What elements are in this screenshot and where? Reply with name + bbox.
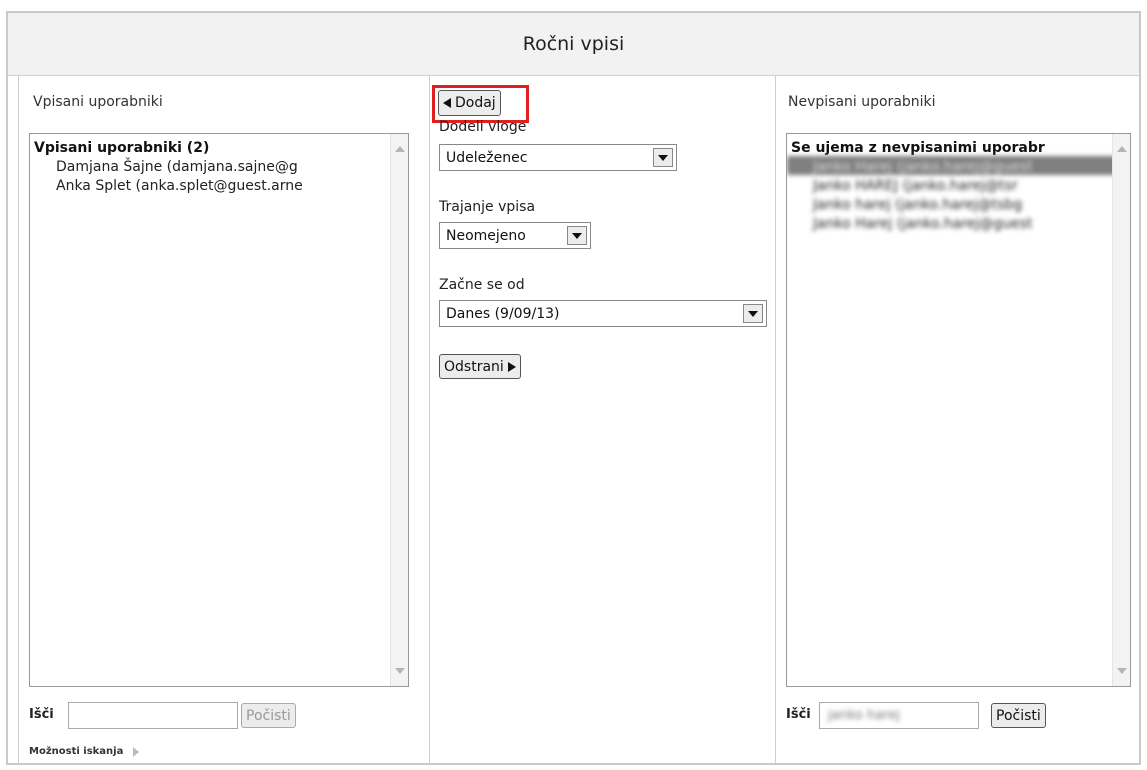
assign-roles-value: Udeleženec: [446, 149, 528, 166]
not-enrolled-users-label: Nevpisani uporabniki: [788, 94, 936, 110]
assign-roles-select[interactable]: Udeleženec: [439, 144, 677, 171]
not-enrolled-users-column: Nevpisani uporabniki Se ujema z nevpisan…: [776, 76, 1147, 763]
enrolment-duration-label: Trajanje vpisa: [439, 199, 536, 215]
not-enrolled-search-value: janko harej: [828, 708, 900, 723]
scroll-up-icon[interactable]: [395, 146, 405, 152]
enrolled-search-label: Išči: [29, 707, 54, 722]
not-enrolled-clear-label: Počisti: [996, 707, 1041, 724]
enrolled-clear-label: Počisti: [246, 707, 291, 724]
enrolled-user-item[interactable]: Damjana Šajne (damjana.sajne@g: [30, 156, 408, 175]
enrolment-duration-select[interactable]: Neomejeno: [439, 222, 591, 249]
not-enrolled-user-item[interactable]: Janko HAREJ (janko.harej@tsr: [787, 175, 1130, 194]
enrolled-users-label: Vpisani uporabniki: [33, 94, 163, 110]
matching-users-group: Se ujema z nevpisanimi uporabr: [791, 140, 1045, 156]
search-options-label: Možnosti iskanja: [29, 746, 124, 757]
enrolled-search-input[interactable]: [68, 702, 238, 729]
expand-arrow-icon: [133, 746, 140, 757]
not-enrolled-clear-button[interactable]: Počisti: [991, 703, 1046, 728]
enrolled-list-scrollbar[interactable]: [390, 134, 408, 686]
scroll-up-icon[interactable]: [1117, 146, 1127, 152]
scroll-down-icon[interactable]: [1117, 668, 1127, 674]
chevron-down-icon[interactable]: [653, 148, 673, 167]
not-enrolled-search-label: Išči: [786, 707, 811, 722]
not-enrolled-users-listbox[interactable]: Se ujema z nevpisanimi uporabr Janko Har…: [786, 133, 1131, 687]
enrolled-users-listbox[interactable]: Vpisani uporabniki (2) Damjana Šajne (da…: [29, 133, 409, 687]
starts-from-select[interactable]: Danes (9/09/13): [439, 300, 767, 327]
arrow-right-icon: [507, 361, 516, 372]
enrol-controls-column: Dodaj Dodeli vloge Udeleženec Trajanje v…: [429, 76, 776, 763]
chevron-down-icon[interactable]: [567, 226, 587, 245]
search-options-toggle[interactable]: Možnosti iskanja: [29, 746, 140, 757]
dialog-title-bar: Ročni vpisi: [8, 13, 1139, 76]
enrolment-duration-value: Neomejeno: [446, 227, 526, 244]
not-enrolled-search-input[interactable]: janko harej: [819, 702, 979, 729]
add-button[interactable]: Dodaj: [438, 90, 501, 116]
enrolled-users-group: Vpisani uporabniki (2): [34, 140, 210, 156]
starts-from-label: Začne se od: [439, 277, 525, 293]
not-enrolled-user-item[interactable]: Janko Harej (janko.harej@guest: [787, 213, 1130, 232]
arrow-left-icon: [443, 98, 451, 108]
enrolled-user-item[interactable]: Anka Splet (anka.splet@guest.arne: [30, 175, 408, 194]
enrolled-clear-button[interactable]: Počisti: [241, 703, 296, 728]
enrolled-users-column: Vpisani uporabniki Vpisani uporabniki (2…: [18, 76, 430, 763]
not-enrolled-user-item[interactable]: Janko harej (janko.harej@tsbg: [787, 194, 1130, 213]
remove-button-label: Odstrani: [444, 358, 504, 375]
assign-roles-label: Dodeli vloge: [439, 119, 527, 135]
add-button-label: Dodaj: [455, 95, 496, 111]
chevron-down-icon[interactable]: [743, 304, 763, 323]
remove-button[interactable]: Odstrani: [439, 354, 521, 379]
starts-from-value: Danes (9/09/13): [446, 305, 560, 322]
scroll-down-icon[interactable]: [395, 668, 405, 674]
manual-enrolments-dialog: Ročni vpisi Vpisani uporabniki Vpisani u…: [6, 11, 1141, 765]
dialog-title: Ročni vpisi: [522, 33, 625, 55]
not-enrolled-user-item[interactable]: Janko Harej (janko.harej@guest: [787, 156, 1130, 175]
not-enrolled-list-scrollbar[interactable]: [1112, 134, 1130, 686]
